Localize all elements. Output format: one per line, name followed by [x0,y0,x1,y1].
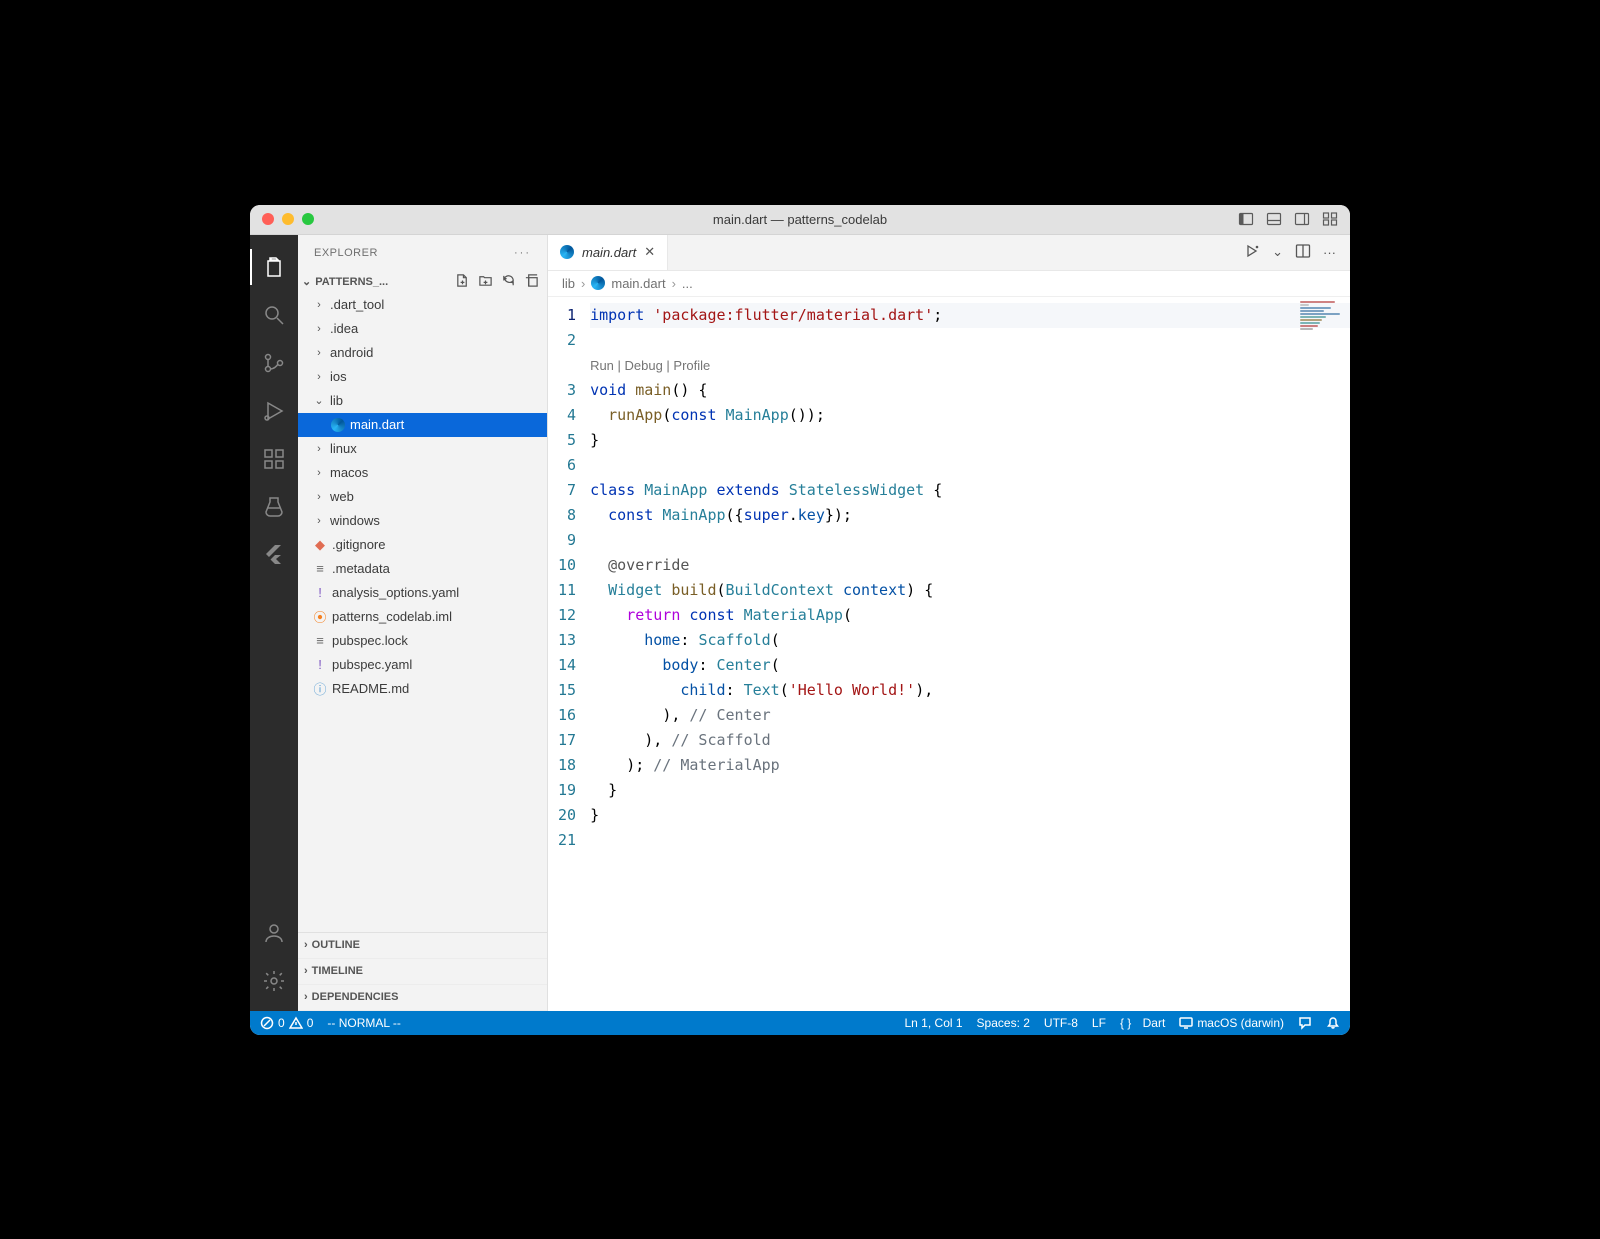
tab-main-dart[interactable]: main.dart ✕ [548,235,668,270]
split-editor-icon[interactable] [1295,243,1311,262]
tree-file-analysis[interactable]: !analysis_options.yaml [298,581,547,605]
project-name: PATTERNS_... [315,276,388,288]
testing-activity[interactable] [250,483,298,531]
yaml-icon: ! [312,585,328,600]
search-activity[interactable] [250,291,298,339]
settings-activity[interactable] [250,957,298,1005]
chevron-down-icon: ⌄ [302,275,311,288]
status-device[interactable]: macOS (darwin) [1179,1016,1284,1030]
accounts-activity[interactable] [250,909,298,957]
collapse-all-icon[interactable] [524,273,539,291]
code-editor[interactable]: 1 2 3 4 5 6 7 8 9 10 11 12 13 [548,297,1350,1011]
close-tab-icon[interactable]: ✕ [644,244,655,260]
layout-customize-icon[interactable] [1322,211,1338,227]
activity-bar [250,235,298,1011]
outline-section[interactable]: ›OUTLINE [298,933,547,959]
file-icon: ≡ [312,561,328,576]
tree-file-readme[interactable]: ⓘREADME.md [298,677,547,701]
layout-panel-icon[interactable] [1266,211,1282,227]
tree-folder-lib[interactable]: ⌄lib [298,389,547,413]
iml-icon: ⦿ [312,607,328,626]
dart-file-icon [591,276,605,290]
status-encoding[interactable]: UTF-8 [1044,1016,1078,1030]
file-tree: ›.dart_tool ›.idea ›android ›ios ⌄lib ma… [298,293,547,932]
tab-bar: main.dart ✕ ⌄ ··· [548,235,1350,271]
debug-activity[interactable] [250,387,298,435]
editor-area: main.dart ✕ ⌄ ··· lib › main.dart › ... [548,235,1350,1011]
tree-folder-android[interactable]: ›android [298,341,547,365]
status-eol[interactable]: LF [1092,1016,1106,1030]
breadcrumb-lib[interactable]: lib [562,276,575,291]
tree-file-pubspec-lock[interactable]: ≡pubspec.lock [298,629,547,653]
flutter-activity[interactable] [250,531,298,579]
status-indent[interactable]: Spaces: 2 [977,1016,1030,1030]
tree-folder-ios[interactable]: ›ios [298,365,547,389]
vscode-window: main.dart — patterns_codelab [250,205,1350,1035]
tab-label: main.dart [582,245,636,260]
tree-folder-linux[interactable]: ›linux [298,437,547,461]
status-language[interactable]: { } Dart [1120,1016,1165,1030]
project-header[interactable]: ⌄ PATTERNS_... [298,271,547,293]
codelens[interactable]: Run | Debug | Profile [590,353,1350,378]
minimap[interactable] [1300,301,1344,351]
chevron-right-icon: › [581,276,585,291]
sidebar: EXPLORER ··· ⌄ PATTERNS_... ›.dart_tool … [298,235,548,1011]
status-problems[interactable]: 0 0 [260,1016,313,1030]
tree-file-main-dart[interactable]: main.dart [298,413,547,437]
run-config-icon[interactable] [1244,243,1260,262]
info-icon: ⓘ [312,679,328,698]
status-feedback-icon[interactable] [1298,1016,1312,1030]
new-folder-icon[interactable] [478,273,493,291]
extensions-activity[interactable] [250,435,298,483]
status-cursor[interactable]: Ln 1, Col 1 [905,1016,963,1030]
new-file-icon[interactable] [455,273,470,291]
editor-more-icon[interactable]: ··· [1323,245,1336,260]
explorer-activity[interactable] [250,243,298,291]
dependencies-section[interactable]: ›DEPENDENCIES [298,985,547,1011]
zoom-window-button[interactable] [302,213,314,225]
scm-activity[interactable] [250,339,298,387]
tree-file-gitignore[interactable]: ◆.gitignore [298,533,547,557]
run-dropdown-icon[interactable]: ⌄ [1272,244,1283,260]
sidebar-title: EXPLORER [314,247,378,259]
timeline-section[interactable]: ›TIMELINE [298,959,547,985]
tree-folder-idea[interactable]: ›.idea [298,317,547,341]
line-gutter: 1 2 3 4 5 6 7 8 9 10 11 12 13 [548,297,590,1011]
titlebar: main.dart — patterns_codelab [250,205,1350,235]
tree-file-iml[interactable]: ⦿patterns_codelab.iml [298,605,547,629]
tree-folder-web[interactable]: ›web [298,485,547,509]
tree-folder-dart-tool[interactable]: ›.dart_tool [298,293,547,317]
code-lines: import 'package:flutter/material.dart'; … [590,297,1350,1011]
dart-file-icon [331,418,345,432]
tree-folder-windows[interactable]: ›windows [298,509,547,533]
status-bar: 0 0 -- NORMAL -- Ln 1, Col 1 Spaces: 2 U… [250,1011,1350,1035]
chevron-right-icon: › [672,276,676,291]
traffic-lights [262,213,314,225]
status-vim-mode: -- NORMAL -- [327,1016,401,1030]
git-icon: ◆ [312,537,328,553]
tree-folder-macos[interactable]: ›macos [298,461,547,485]
layout-primary-icon[interactable] [1238,211,1254,227]
status-bell-icon[interactable] [1326,1016,1340,1030]
minimize-window-button[interactable] [282,213,294,225]
breadcrumb[interactable]: lib › main.dart › ... [548,271,1350,297]
tree-file-metadata[interactable]: ≡.metadata [298,557,547,581]
tree-file-pubspec-yaml[interactable]: !pubspec.yaml [298,653,547,677]
refresh-icon[interactable] [501,273,516,291]
close-window-button[interactable] [262,213,274,225]
window-title: main.dart — patterns_codelab [713,212,887,227]
file-icon: ≡ [312,633,328,648]
dart-file-icon [560,245,574,259]
yaml-icon: ! [312,657,328,672]
breadcrumb-symbol[interactable]: ... [682,276,693,291]
layout-secondary-icon[interactable] [1294,211,1310,227]
sidebar-header: EXPLORER ··· [298,235,547,271]
sidebar-more-icon[interactable]: ··· [514,247,531,259]
breadcrumb-file[interactable]: main.dart [611,276,665,291]
